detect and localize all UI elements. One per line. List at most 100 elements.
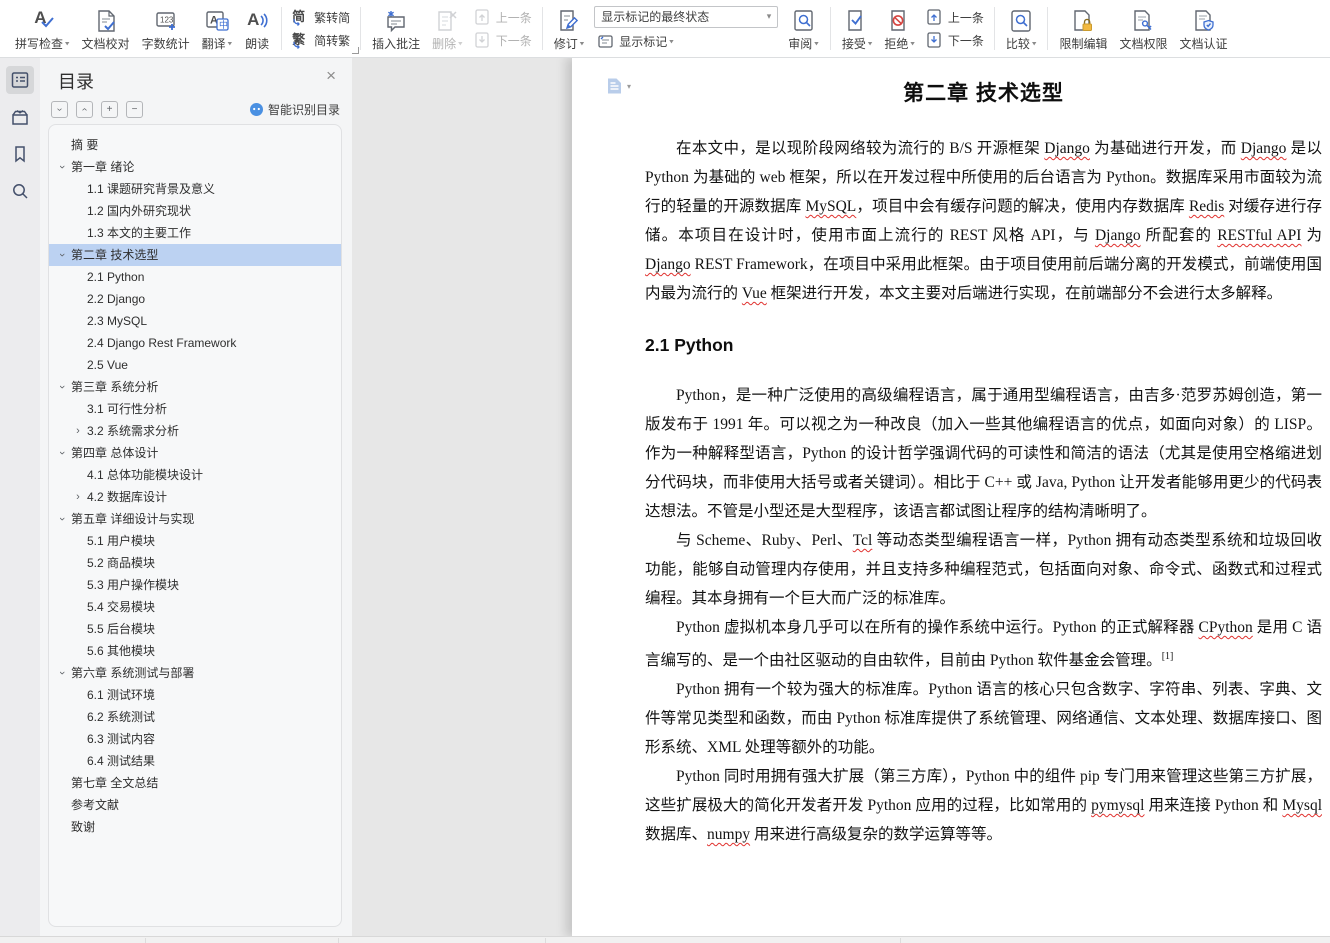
trad-to-simp-icon: 简 [292, 9, 306, 26]
smart-toc-icon [249, 103, 263, 116]
markup-state-value: 显示标记的最终状态 [601, 10, 710, 24]
markup-state-dropdown[interactable]: 显示标记的最终状态 [594, 5, 779, 28]
smart-recognize-label: 智能识别目录 [267, 103, 340, 117]
chevron-icon[interactable]: › [51, 381, 73, 393]
next-comment-button[interactable]: 下一条 [471, 30, 535, 50]
toc-item[interactable]: 3.1 可行性分析 [49, 398, 341, 420]
toc-item[interactable]: › 第一章 绪论 [49, 156, 341, 178]
bookmark-icon [15, 146, 25, 163]
toc-item[interactable]: › 4.2 数据库设计 [49, 486, 341, 508]
status-bar [0, 936, 1330, 943]
restrict-edit-button[interactable]: 限制编辑 [1053, 4, 1113, 54]
compare-group: 比较 [995, 0, 1048, 57]
restrict-edit-label: 限制编辑 [1059, 36, 1108, 51]
toc-item-label: 2.5 Vue [87, 358, 128, 372]
doc-cert-button[interactable]: 文档认证 [1174, 4, 1234, 54]
toc-item-label: 5.1 用户模块 [87, 534, 156, 548]
chapter-nav-tab[interactable] [6, 103, 34, 131]
doc-cert-icon [1191, 8, 1217, 34]
next-item-label: 下一条 [947, 33, 984, 48]
doc-permission-button[interactable]: 文档权限 [1113, 4, 1173, 54]
toc-item[interactable]: 6.4 测试结果 [49, 750, 341, 772]
smart-recognize-toc-button[interactable]: 智能识别目录 [249, 101, 340, 118]
read-aloud-button[interactable]: A 朗读 [238, 4, 276, 54]
toc-item[interactable]: › 第三章 系统分析 [49, 376, 341, 398]
toc-item[interactable]: 第七章 全文总结 [49, 772, 341, 794]
toc-item[interactable]: 摘 要 [49, 134, 341, 156]
toc-item[interactable]: 6.2 系统测试 [49, 706, 341, 728]
toc-item[interactable]: 4.1 总体功能模块设计 [49, 464, 341, 486]
toc-item[interactable]: 2.1 Python [49, 266, 341, 288]
next-change-button[interactable]: 下一条 [923, 30, 987, 50]
toc-item[interactable]: › 第五章 详细设计与实现 [49, 508, 341, 530]
chevron-icon[interactable]: › [51, 667, 73, 679]
expand-all-button[interactable]: › [51, 101, 68, 118]
toc-item[interactable]: 5.6 其他模块 [49, 640, 341, 662]
zoom-in-outline-button[interactable]: + [101, 101, 118, 118]
toc-item-label: 5.5 后台模块 [87, 622, 156, 636]
delete-comment-button[interactable]: 删除 [426, 4, 469, 54]
chevron-icon[interactable]: › [51, 249, 73, 261]
dialog-launcher-icon[interactable] [352, 47, 360, 54]
insert-comment-button[interactable]: 插入批注 [366, 4, 426, 54]
toc-item[interactable]: 6.1 测试环境 [49, 684, 341, 706]
toc-item[interactable]: 参考文献 [49, 794, 341, 816]
chevron-icon[interactable]: › [72, 486, 84, 508]
toc-item-label: 第一章 绪论 [71, 160, 135, 174]
toc-item[interactable]: › 3.2 系统需求分析 [49, 420, 341, 442]
track-changes-button[interactable]: 修订 [548, 4, 591, 54]
toc-item[interactable]: 1.1 课题研究背景及意义 [49, 178, 341, 200]
spell-check-button[interactable]: A 拼写检查 [9, 4, 76, 54]
toc-item[interactable]: › 第四章 总体设计 [49, 442, 341, 464]
close-icon[interactable]: × [326, 67, 336, 84]
toc-item-label: 4.1 总体功能模块设计 [87, 468, 204, 482]
page-settings-button[interactable]: ▾ [606, 77, 631, 95]
toc-item[interactable]: 5.4 交易模块 [49, 596, 341, 618]
toc-item[interactable]: 5.5 后台模块 [49, 618, 341, 640]
comment-group: 插入批注 删除 上一条 下一条 [361, 0, 542, 57]
document-page[interactable]: ▾ 第二章 技术选型 在本文中，是以现阶段网络较为流行的 B/S 开源框架 Dj… [572, 57, 1330, 937]
chevron-icon[interactable]: › [51, 161, 73, 173]
word-count-button[interactable]: 123 字数统计 [136, 4, 196, 54]
translate-button[interactable]: A中 翻译 [196, 4, 239, 54]
show-markup-label: 显示标记 [619, 35, 668, 49]
toc-item-label: 6.4 测试结果 [87, 754, 156, 768]
review-label: 审阅 [788, 35, 819, 52]
simp-to-trad-button[interactable]: 繁 简转繁 [289, 30, 353, 50]
compare-button[interactable]: 比较 [1000, 4, 1043, 54]
toc-item[interactable]: 2.4 Django Rest Framework [49, 332, 341, 354]
review-button[interactable]: 审阅 [782, 4, 825, 54]
prev-comment-button[interactable]: 上一条 [471, 7, 535, 27]
simp-to-trad-label: 简转繁 [314, 33, 351, 48]
toc-item[interactable]: › 第六章 系统测试与部署 [49, 662, 341, 684]
prev-change-button[interactable]: 上一条 [923, 7, 987, 27]
doc-proofread-button[interactable]: 文档校对 [76, 4, 136, 54]
chevron-icon[interactable]: › [72, 420, 84, 442]
chevron-icon[interactable]: › [51, 513, 73, 525]
toc-item[interactable]: 1.2 国内外研究现状 [49, 200, 341, 222]
toc-item[interactable]: 致谢 [49, 816, 341, 838]
toc-item[interactable]: 2.5 Vue [49, 354, 341, 376]
reject-button[interactable]: 拒绝 [878, 4, 921, 54]
trad-to-simp-button[interactable]: 简 繁转简 [289, 7, 353, 27]
read-aloud-icon: A [244, 8, 270, 34]
toc-item[interactable]: 5.3 用户操作模块 [49, 574, 341, 596]
review-icon [791, 8, 817, 34]
zoom-out-outline-button[interactable]: − [126, 101, 143, 118]
toc-item[interactable]: 2.3 MySQL [49, 310, 341, 332]
document-area[interactable]: ▾ 第二章 技术选型 在本文中，是以现阶段网络较为流行的 B/S 开源框架 Dj… [352, 57, 1330, 937]
show-markup-button[interactable]: 显示标记 [594, 32, 778, 52]
toc-item[interactable]: 6.3 测试内容 [49, 728, 341, 750]
search-tab[interactable] [6, 177, 34, 205]
chevron-icon[interactable]: › [51, 447, 73, 459]
toc-item[interactable]: › 第二章 技术选型 [49, 244, 341, 266]
toc-item[interactable]: 2.2 Django [49, 288, 341, 310]
bookmark-tab[interactable] [6, 140, 34, 168]
toc-item[interactable]: 5.2 商品模块 [49, 552, 341, 574]
collapse-all-button[interactable]: › [76, 101, 93, 118]
toc-item[interactable]: 1.3 本文的主要工作 [49, 222, 341, 244]
toc-item[interactable]: 5.1 用户模块 [49, 530, 341, 552]
outline-tab[interactable] [6, 66, 34, 94]
accept-button[interactable]: 接受 [836, 4, 879, 54]
toc-item-label: 4.2 数据库设计 [87, 490, 168, 504]
